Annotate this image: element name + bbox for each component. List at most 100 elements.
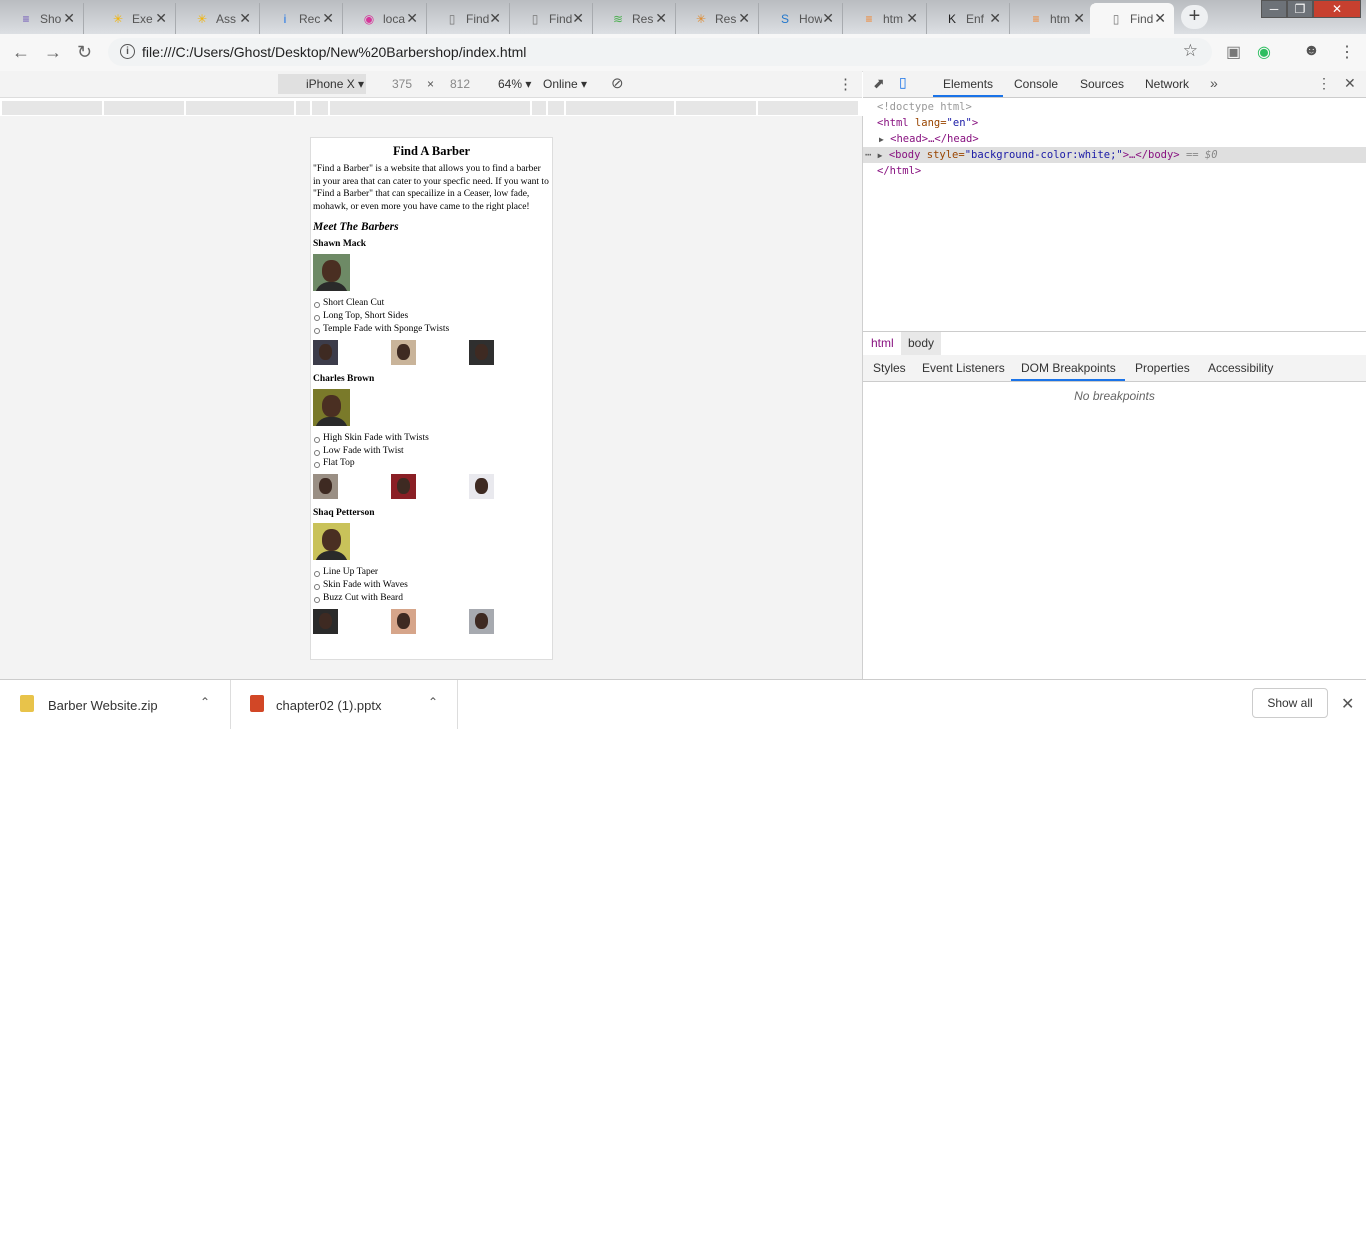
tab-sources[interactable]: Sources [1080, 77, 1124, 91]
reload-button[interactable]: ↻ [77, 42, 92, 63]
info-icon[interactable]: i [120, 44, 135, 59]
browser-tab[interactable]: ≡ Sho ✕ [0, 3, 84, 34]
close-tab-icon[interactable]: ✕ [906, 10, 918, 27]
ruler-segment[interactable] [758, 101, 860, 115]
dom-node-html-close[interactable]: </html> [863, 163, 1366, 179]
close-tab-icon[interactable]: ✕ [63, 10, 75, 27]
address-bar[interactable]: i file:///C:/Users/Ghost/Desktop/New%20B… [108, 38, 1212, 66]
tab-accessibility[interactable]: Accessibility [1208, 361, 1273, 375]
rotate-icon[interactable]: ⊘ [611, 74, 624, 92]
devtools-close-icon[interactable]: ✕ [1344, 75, 1356, 92]
browser-tab[interactable]: ▯ Find ✕ [426, 3, 510, 34]
show-all-button[interactable]: Show all [1252, 688, 1328, 718]
browser-tab[interactable]: ≡ htm ✕ [843, 3, 927, 34]
head-shape [397, 612, 410, 629]
walmart-spark-icon: ✳ [695, 11, 707, 26]
width-input[interactable]: 375 [392, 77, 412, 91]
close-tab-icon[interactable]: ✕ [572, 10, 584, 27]
localhost-icon: ◉ [363, 11, 375, 26]
crumb-body[interactable]: body [901, 332, 942, 355]
ruler-segment[interactable] [296, 101, 312, 115]
close-window-button[interactable]: ✕ [1313, 0, 1361, 18]
new-tab-button[interactable]: + [1181, 5, 1208, 29]
more-options-icon[interactable]: ⋮ [838, 75, 853, 93]
browser-tab[interactable]: ≋ Res ✕ [592, 3, 676, 34]
tab-event-listeners[interactable]: Event Listeners [922, 361, 1005, 375]
close-tab-icon[interactable]: ✕ [822, 10, 834, 27]
tab-network[interactable]: Network [1145, 77, 1189, 91]
browser-tab[interactable]: ▯ Find ✕ [1090, 3, 1174, 34]
height-input[interactable]: 812 [450, 77, 470, 91]
close-tab-icon[interactable]: ✕ [155, 10, 167, 27]
devtools-menu-icon[interactable]: ⋮ [1317, 75, 1331, 92]
browser-tab[interactable]: ◉ loca ✕ [343, 3, 427, 34]
expand-triangle-icon[interactable]: ▶ [878, 151, 883, 160]
chevron-up-icon[interactable]: ⌃ [200, 695, 210, 709]
tab-console[interactable]: Console [1014, 77, 1058, 91]
tab-title: Rec [299, 11, 321, 26]
expand-triangle-icon[interactable]: ▶ [879, 135, 884, 144]
ruler-segment[interactable] [566, 101, 676, 115]
bookmark-star-icon[interactable]: ☆ [1183, 41, 1198, 61]
dom-node-head[interactable]: ▶ <head>…</head> [863, 131, 1366, 147]
dom-node-html[interactable]: <html lang="en"> [863, 115, 1366, 131]
download-item[interactable]: chapter02 (1).pptx ⌃ [230, 680, 458, 729]
ellipsis-icon[interactable]: ⋯ [865, 149, 871, 161]
browser-tab[interactable]: ≡ htm ✕ [1010, 3, 1094, 34]
close-tab-icon[interactable]: ✕ [322, 10, 334, 27]
browser-tab[interactable]: ✳ Exe ✕ [92, 3, 176, 34]
close-tab-icon[interactable]: ✕ [655, 10, 667, 27]
ruler-segment[interactable] [2, 101, 104, 115]
tab-elements[interactable]: Elements [943, 77, 993, 91]
device-select[interactable]: iPhone X ▾ [278, 74, 366, 94]
close-tab-icon[interactable]: ✕ [489, 10, 501, 27]
evernote-icon[interactable]: ◉ [1257, 42, 1271, 62]
browser-tab[interactable]: ▯ Find ✕ [509, 3, 593, 34]
no-breakpoints-message: No breakpoints [1074, 389, 1155, 403]
ruler-segment[interactable] [532, 101, 548, 115]
profile-icon[interactable]: ☻ [1303, 42, 1320, 60]
inspect-element-icon[interactable]: ⬈ [873, 75, 885, 92]
chevron-up-icon[interactable]: ⌃ [428, 695, 438, 709]
browser-tab[interactable]: ✳ Res ✕ [675, 3, 759, 34]
browser-tab[interactable]: S How ✕ [759, 3, 843, 34]
network-select[interactable]: Online ▾ [543, 77, 587, 91]
ruler-segment[interactable] [548, 101, 566, 115]
haircut-item: Temple Fade with Sponge Twists [313, 323, 550, 336]
zoom-select[interactable]: 64% ▾ [498, 77, 531, 91]
menu-icon[interactable]: ⋮ [1339, 42, 1355, 62]
dom-node-doctype[interactable]: <!doctype html> [863, 99, 1366, 115]
close-shelf-icon[interactable]: ✕ [1341, 694, 1354, 714]
ruler-segment[interactable] [312, 101, 330, 115]
close-tab-icon[interactable]: ✕ [239, 10, 251, 27]
close-tab-icon[interactable]: ✕ [1073, 10, 1085, 27]
haircut-item: Low Fade with Twist [313, 445, 550, 458]
download-item[interactable]: Barber Website.zip ⌃ [0, 680, 231, 729]
ruler-segment[interactable] [330, 101, 532, 115]
browser-tab[interactable]: i Rec ✕ [259, 3, 343, 34]
maximize-button[interactable]: ❐ [1287, 0, 1313, 18]
browser-tab[interactable]: ✳ Ass ✕ [176, 3, 260, 34]
back-button[interactable]: ← [12, 42, 30, 63]
shoulders-shape [315, 551, 348, 561]
close-tab-icon[interactable]: ✕ [738, 10, 750, 27]
close-tab-icon[interactable]: ✕ [406, 10, 418, 27]
crumb-html[interactable]: html [871, 336, 894, 350]
dom-node-body[interactable]: ⋯ ▶ <body style="background-color:white;… [863, 147, 1366, 163]
tab-properties[interactable]: Properties [1135, 361, 1190, 375]
forward-button[interactable]: → [44, 42, 62, 63]
head-shape [475, 478, 488, 495]
browser-tab[interactable]: K Enf ✕ [926, 3, 1010, 34]
minimize-button[interactable]: ─ [1261, 0, 1287, 18]
tab-styles[interactable]: Styles [873, 361, 906, 375]
tab-dom-breakpoints[interactable]: DOM Breakpoints [1021, 361, 1116, 375]
ruler-segment[interactable] [104, 101, 186, 115]
device-toggle-icon[interactable]: ▯ [899, 74, 907, 91]
close-tab-icon[interactable]: ✕ [1154, 10, 1166, 27]
close-tab-icon[interactable]: ✕ [989, 10, 1001, 27]
emulated-page[interactable]: Find A Barber "Find a Barber" is a websi… [310, 137, 553, 660]
more-tabs-icon[interactable]: » [1210, 75, 1218, 91]
reader-mode-icon[interactable]: ▣ [1226, 42, 1241, 62]
ruler-segment[interactable] [676, 101, 758, 115]
ruler-segment[interactable] [186, 101, 296, 115]
